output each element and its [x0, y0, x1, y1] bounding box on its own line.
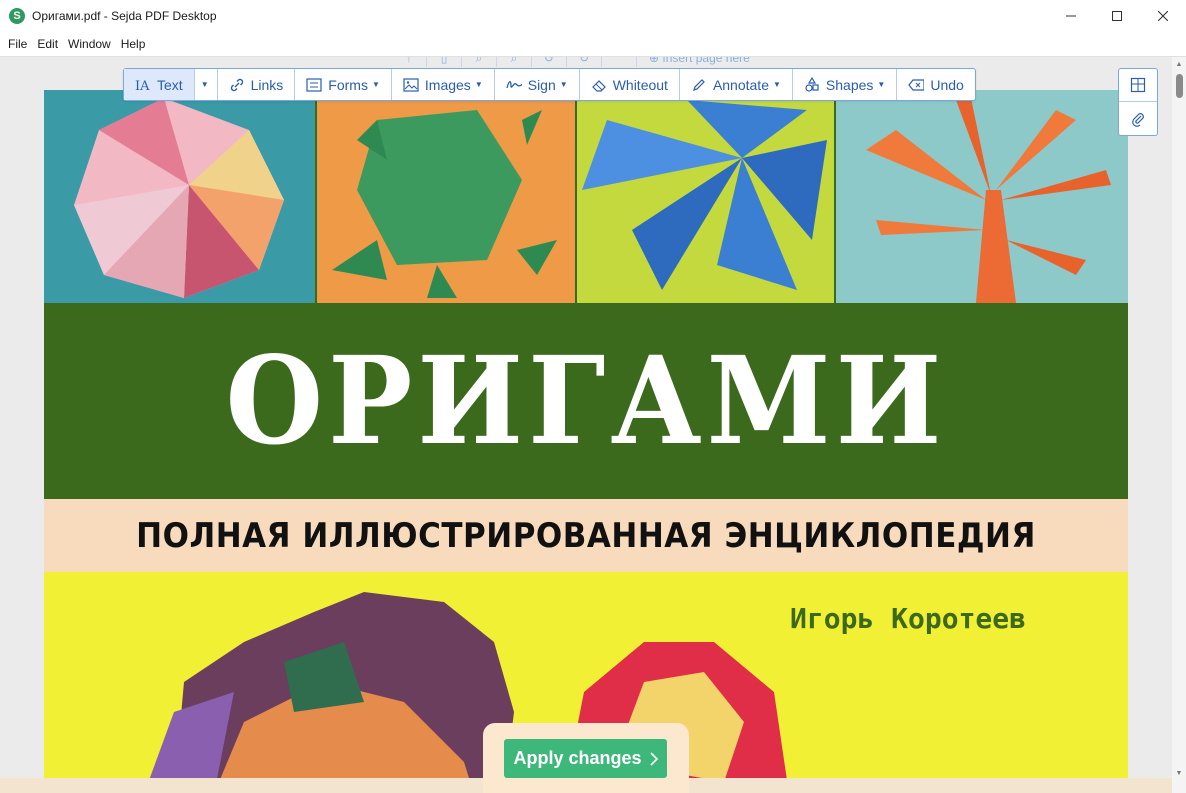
cover-subtitle[interactable]: ПОЛНАЯ ИЛЛЮСТРИРОВАННАЯ ЭНЦИКЛОПЕДИЯ	[136, 516, 1036, 556]
insert-page-label: Insert page here	[662, 56, 750, 65]
whiteout-tool-button[interactable]: Whiteout	[580, 69, 680, 100]
text-tool-dropdown[interactable]: ▼	[195, 69, 218, 100]
edit-toolbar: IA Text ▼ Links Forms ▼ Images ▼ Sign ▼ …	[123, 68, 976, 101]
side-tools	[1118, 68, 1158, 136]
zoom-in-icon[interactable]: ⌕	[462, 57, 497, 67]
maximize-icon	[1112, 10, 1122, 21]
annotate-tool-label: Annotate	[712, 76, 769, 93]
chevron-down-icon: ▼	[200, 80, 209, 89]
pen-icon	[691, 77, 707, 93]
chevron-down-icon: ▼	[877, 80, 886, 89]
shapes-tool-button[interactable]: Shapes ▼	[793, 69, 898, 100]
undo-icon	[908, 77, 925, 93]
chevron-down-icon: ▼	[773, 80, 781, 89]
image-icon	[403, 77, 419, 93]
menu-help[interactable]: Help	[116, 37, 151, 51]
menu-bar: File Edit Window Help	[0, 31, 1186, 56]
cover-photo-kusudama	[44, 90, 315, 303]
page-toolbar: ↑ ▯ ⌕ ⌕ ↺ ↻ ⊕ Insert page here	[392, 56, 750, 67]
chevron-down-icon: ▼	[371, 80, 380, 89]
svg-text:IA: IA	[135, 79, 150, 92]
scroll-thumb[interactable]	[1176, 74, 1183, 98]
rotate-right-icon[interactable]: ↻	[567, 57, 602, 67]
undo-label: Undo	[930, 76, 964, 93]
window-title: Оригами.pdf - Sejda PDF Desktop	[32, 8, 217, 23]
window-controls	[1048, 0, 1186, 31]
chevron-right-icon	[649, 751, 658, 766]
links-tool-label: Links	[250, 76, 284, 93]
undo-button[interactable]: Undo	[897, 69, 974, 100]
page-delete-icon[interactable]: ▯	[427, 57, 462, 67]
apply-changes-label: Apply changes	[513, 748, 642, 768]
shapes-icon	[804, 76, 820, 93]
logo-letter: S	[13, 9, 21, 22]
sejda-logo-icon: S	[9, 7, 25, 24]
cover-photo-strip	[44, 90, 1128, 303]
signature-icon	[506, 77, 522, 93]
rotate-left-icon[interactable]: ↺	[532, 57, 567, 67]
minimize-button[interactable]	[1048, 0, 1094, 31]
text-tool-button[interactable]: IA Text	[124, 69, 195, 100]
cover-title-band: ОРИГАМИ	[44, 303, 1128, 499]
links-tool-button[interactable]: Links	[218, 69, 296, 100]
grid-icon	[1130, 77, 1146, 93]
maximize-button[interactable]	[1094, 0, 1140, 31]
cover-title[interactable]: ОРИГАМИ	[226, 330, 947, 471]
cover-photo-star	[575, 90, 834, 303]
paperclip-icon	[1132, 112, 1144, 127]
menu-file[interactable]: File	[3, 37, 32, 51]
annotate-tool-button[interactable]: Annotate ▼	[680, 69, 793, 100]
title-bar: S Оригами.pdf - Sejda PDF Desktop	[0, 0, 1186, 31]
close-button[interactable]	[1140, 0, 1186, 31]
whiteout-tool-label: Whiteout	[612, 76, 668, 93]
menu-window[interactable]: Window	[63, 37, 116, 51]
document-workspace: ↑ ▯ ⌕ ⌕ ↺ ↻ ⊕ Insert page here ОРИГАМИ П…	[0, 56, 1186, 793]
attachments-button[interactable]	[1119, 102, 1157, 135]
scroll-up-icon[interactable]: ▲	[1174, 60, 1184, 70]
link-icon	[229, 77, 245, 93]
more-icon[interactable]	[602, 57, 637, 67]
chevron-down-icon: ▼	[559, 80, 568, 89]
thumbnails-button[interactable]	[1119, 69, 1157, 102]
text-cursor-icon: IA	[135, 77, 151, 93]
images-tool-label: Images	[424, 76, 471, 93]
insert-page-button[interactable]: ⊕ Insert page here	[637, 56, 750, 65]
page-move-icon[interactable]: ↑	[392, 57, 427, 67]
chevron-down-icon: ▼	[474, 80, 483, 89]
vertical-scrollbar[interactable]: ▲ ▼	[1172, 57, 1186, 793]
images-tool-button[interactable]: Images ▼	[392, 69, 495, 100]
shapes-tool-label: Shapes	[825, 76, 874, 93]
menu-edit[interactable]: Edit	[32, 37, 63, 51]
apply-bar: Apply changes	[483, 723, 689, 793]
form-icon	[306, 77, 322, 93]
sign-tool-button[interactable]: Sign ▼	[495, 69, 580, 100]
forms-tool-label: Forms	[328, 76, 368, 93]
sign-tool-label: Sign	[527, 76, 556, 93]
pdf-page[interactable]: ОРИГАМИ ПОЛНАЯ ИЛЛЮСТРИРОВАННАЯ ЭНЦИКЛОП…	[44, 90, 1128, 793]
cover-photo-tree	[834, 90, 1128, 303]
forms-tool-button[interactable]: Forms ▼	[295, 69, 392, 100]
apply-changes-button[interactable]: Apply changes	[504, 739, 667, 778]
minimize-icon	[1066, 15, 1076, 16]
zoom-out-icon[interactable]: ⌕	[497, 57, 532, 67]
cover-subtitle-band: ПОЛНАЯ ИЛЛЮСТРИРОВАННАЯ ЭНЦИКЛОПЕДИЯ	[44, 499, 1128, 572]
eraser-icon	[591, 77, 607, 93]
close-icon	[1158, 10, 1168, 21]
scroll-down-icon[interactable]: ▼	[1174, 769, 1184, 779]
text-tool-label: Text	[157, 76, 183, 93]
cover-photo-turtle	[315, 90, 575, 303]
